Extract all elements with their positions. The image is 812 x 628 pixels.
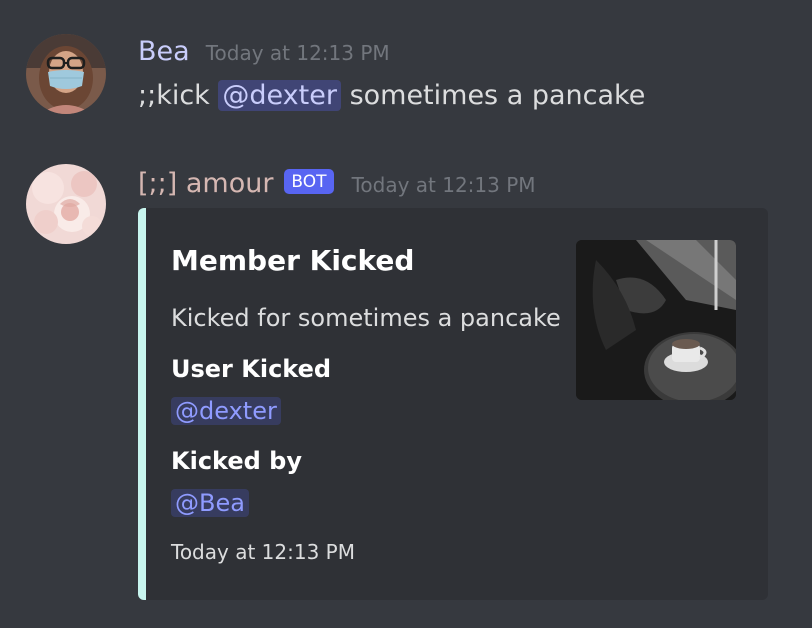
username[interactable]: Bea [138,34,190,70]
message-header: Bea Today at 12:13 PM [138,34,390,71]
field-name-kicked-by: Kicked by [171,447,303,475]
message-header: [;;] amour BOT Today at 12:13 PM [138,166,536,203]
embed-description: Kicked for sometimes a pancake [171,304,561,332]
bot-badge: BOT [284,169,334,194]
embed-footer-timestamp: Today at 12:13 PM [171,540,355,564]
command-text: ;;kick [138,80,210,111]
mention-dexter[interactable]: @dexter [171,397,281,425]
kick-embed: Member Kicked Kicked for sometimes a pan… [138,208,768,600]
field-value-user-kicked: @dexter [171,394,281,428]
embed-title: Member Kicked [171,244,415,277]
mention-bea[interactable]: @Bea [171,489,249,517]
user-avatar-icon[interactable] [26,34,106,114]
message-timestamp: Today at 12:13 PM [205,41,390,65]
message-content: ;;kick @dexter sometimes a pancake [138,78,645,114]
field-name-user-kicked: User Kicked [171,355,332,383]
chat-messages: Bea Today at 12:13 PM ;;kick @dexter som… [0,0,812,628]
coffee-cup-thumbnail-icon[interactable] [576,240,736,400]
reason-text: sometimes a pancake [349,80,646,111]
bot-avatar-icon[interactable] [26,164,106,244]
message-timestamp: Today at 12:13 PM [351,173,536,197]
field-value-kicked-by: @Bea [171,486,249,520]
bot-username[interactable]: [;;] amour [138,166,273,202]
mention-dexter[interactable]: @dexter [218,80,341,111]
